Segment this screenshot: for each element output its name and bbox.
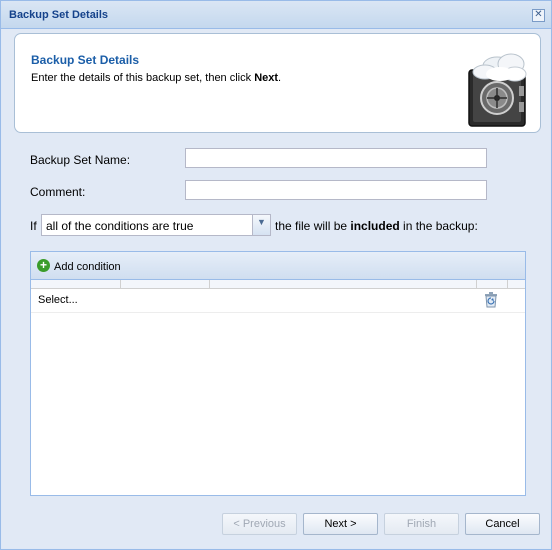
condition-description: the file will be included in the backup: [275, 219, 478, 233]
add-icon[interactable]: + [37, 259, 50, 272]
description-prefix: Enter the details of this backup set, th… [31, 72, 255, 84]
column-separator[interactable] [120, 280, 121, 288]
comment-label: Comment: [30, 185, 86, 199]
description-bold: Next [254, 72, 279, 84]
header-description: Enter the details of this backup set, th… [31, 72, 281, 84]
add-condition-button[interactable]: Add condition [54, 261, 121, 273]
condition-select-cell[interactable]: Select... [38, 294, 78, 306]
condition-mode-value: all of the conditions are true [46, 219, 194, 233]
header-title: Backup Set Details [31, 53, 140, 67]
vault-cloud-icon [468, 53, 527, 127]
chevron-down-icon[interactable]: ▼ [252, 215, 270, 235]
previous-button[interactable]: < Previous [222, 513, 297, 535]
if-label: If [30, 219, 37, 233]
backup-set-name-label: Backup Set Name: [30, 153, 131, 167]
cancel-button[interactable]: Cancel [465, 513, 540, 535]
conditions-grid: + Add condition Select... [30, 251, 526, 496]
grid-header [31, 280, 525, 289]
condition-text-bold: included [350, 219, 400, 233]
next-button[interactable]: Next > [303, 513, 378, 535]
dialog-title: Backup Set Details [9, 9, 109, 21]
header-panel: Backup Set Details Enter the details of … [14, 33, 541, 133]
condition-mode-select[interactable]: all of the conditions are true ▼ [41, 214, 271, 236]
condition-text-suffix: in the backup: [399, 219, 478, 233]
column-separator[interactable] [507, 280, 508, 288]
column-separator[interactable] [209, 280, 210, 288]
trash-icon[interactable] [484, 292, 498, 308]
column-separator[interactable] [476, 280, 477, 288]
backup-set-name-input[interactable] [185, 148, 487, 168]
description-suffix: . [278, 72, 282, 84]
dialog-body: Backup Set Details Enter the details of … [2, 29, 550, 548]
dialog-titlebar[interactable]: Backup Set Details ✕ [1, 1, 551, 29]
comment-input[interactable] [185, 180, 487, 200]
condition-text-prefix: the file will be [275, 219, 351, 233]
grid-toolbar: + Add condition [31, 252, 525, 280]
backup-set-dialog: Backup Set Details ✕ Backup Set Details … [0, 0, 552, 550]
table-row[interactable]: Select... [31, 289, 525, 313]
close-icon[interactable]: ✕ [532, 9, 545, 22]
finish-button[interactable]: Finish [384, 513, 459, 535]
